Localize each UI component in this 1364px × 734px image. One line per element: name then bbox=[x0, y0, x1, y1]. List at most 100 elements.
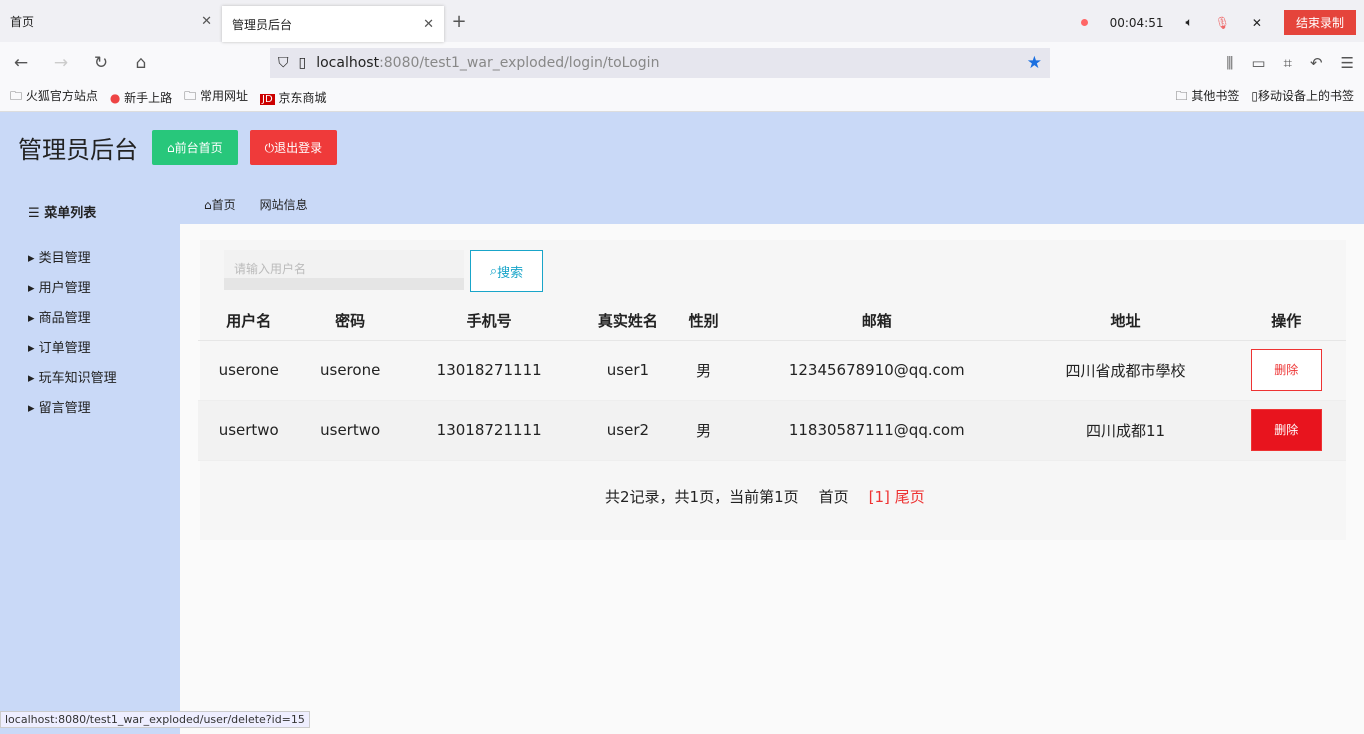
bookmark-label: 新手上路 bbox=[124, 91, 173, 105]
table-cell: 四川成都11 bbox=[1024, 400, 1227, 461]
search-button[interactable]: ⌕ 搜索 bbox=[470, 250, 543, 292]
close-icon[interactable]: ✕ bbox=[201, 14, 212, 29]
breadcrumb-home[interactable]: ⌂首页 bbox=[204, 196, 236, 213]
table-cell: 男 bbox=[678, 340, 729, 401]
sidebar-item-messages[interactable]: ▸ 留言管理 bbox=[0, 391, 180, 421]
bookmark-label: 常用网址 bbox=[200, 89, 249, 103]
menu-title: ☰ 菜单列表 bbox=[28, 206, 97, 221]
table-cell: 13018721111 bbox=[400, 400, 578, 461]
back-icon[interactable]: ← bbox=[10, 53, 32, 73]
recording-bar: 00:04:51 🔈︎ 🎙︎ ✕ 结束录制 bbox=[1080, 10, 1356, 35]
pager-last[interactable]: 尾页 bbox=[895, 488, 925, 506]
undo-icon[interactable]: ↶ bbox=[1310, 54, 1323, 72]
column-header: 邮箱 bbox=[728, 302, 1025, 341]
tab-label: 首页 bbox=[10, 14, 35, 29]
close-icon[interactable]: ✕ bbox=[423, 17, 434, 32]
table-cell: user1 bbox=[577, 340, 679, 401]
url-host: localhost bbox=[316, 55, 380, 71]
url-path: :8080/test1_war_exploded/login/toLogin bbox=[379, 55, 660, 71]
speaker-icon[interactable]: 🔈︎ bbox=[1185, 15, 1192, 30]
button-label: 前台首页 bbox=[174, 140, 223, 155]
tab-bar: 首页 ✕ 管理员后台 ✕ + 00:04:51 🔈︎ 🎙︎ ✕ 结束录制 bbox=[0, 0, 1364, 42]
front-home-button[interactable]: ⌂前台首页 bbox=[152, 129, 238, 165]
sidebar-item-knowledge[interactable]: ▸ 玩车知识管理 bbox=[0, 361, 180, 391]
delete-button[interactable]: 删除 bbox=[1250, 409, 1322, 451]
table-cell: 四川省成都市學校 bbox=[1024, 340, 1227, 401]
menu-title-text: 菜单列表 bbox=[44, 206, 97, 221]
logout-button[interactable]: ⏻退出登录 bbox=[249, 129, 338, 165]
breadcrumb: ⌂首页 网站信息 bbox=[204, 196, 308, 213]
bookmark-label: 京东商城 bbox=[278, 91, 327, 105]
status-url: localhost:8080/test1_war_exploded/user/d… bbox=[0, 711, 310, 728]
bookmark-item[interactable]: ▯移动设备上的书签 bbox=[1251, 87, 1354, 108]
page-title: 管理员后台 bbox=[18, 135, 138, 164]
table-row: usertwo usertwo 13018721111 user2 男 118305871… bbox=[198, 400, 1346, 461]
column-header: 真实姓名 bbox=[577, 302, 679, 341]
end-recording-button[interactable]: 结束录制 bbox=[1283, 10, 1356, 35]
item-label: 类目管理 bbox=[38, 251, 91, 266]
button-label: 搜索 bbox=[497, 265, 524, 281]
nav-bar: ← → ↻ ⌂ ⛉ ▯ localhost:8080/test1_war_expl… bbox=[0, 42, 1364, 84]
sidebar-item-orders[interactable]: ▸ 订单管理 bbox=[0, 331, 180, 361]
bookmark-item[interactable]: 🗀 其他书签 bbox=[1176, 87, 1240, 108]
bookmark-item[interactable]: JD 京东商城 bbox=[260, 89, 327, 106]
table-cell: usertwo bbox=[299, 400, 401, 461]
forward-icon[interactable]: → bbox=[50, 53, 72, 73]
mic-muted-icon[interactable]: 🎙︎ bbox=[1215, 16, 1230, 30]
crop-icon[interactable]: ⌗ bbox=[1284, 54, 1292, 72]
menu-icon[interactable]: ☰ bbox=[1341, 54, 1354, 72]
table-cell: 11830587111@qq.com bbox=[728, 400, 1025, 461]
column-header: 地址 bbox=[1024, 302, 1227, 341]
home-icon[interactable]: ⌂ bbox=[130, 53, 152, 73]
pager-first[interactable]: 首页 bbox=[819, 486, 849, 507]
pager-current[interactable]: [1] bbox=[869, 488, 890, 506]
delete-button[interactable]: 删除 bbox=[1250, 349, 1322, 391]
breadcrumb-site[interactable]: 网站信息 bbox=[260, 196, 308, 213]
button-label: 退出登录 bbox=[274, 140, 323, 155]
sidebar-item-users[interactable]: ▸ 用户管理 bbox=[0, 271, 180, 301]
sidebar-item-category[interactable]: ▸ 类目管理 bbox=[0, 241, 180, 271]
bookmark-item[interactable]: ● 新手上路 bbox=[110, 89, 172, 106]
reload-icon[interactable]: ↻ bbox=[90, 53, 112, 73]
column-header: 手机号 bbox=[400, 302, 578, 341]
pager-info: 共2记录，共1页，当前第1页 bbox=[605, 488, 799, 506]
item-label: 用户管理 bbox=[38, 281, 91, 296]
user-table: 用户名 密码 手机号 真实姓名 性别 邮箱 地址 操作 userone userone 13018… bbox=[198, 302, 1346, 461]
sidebar-item-products[interactable]: ▸ 商品管理 bbox=[0, 301, 180, 331]
column-header: 操作 bbox=[1226, 302, 1346, 341]
new-tab-button[interactable]: + bbox=[444, 11, 474, 32]
table-cell: userone bbox=[198, 340, 300, 401]
bookmark-item[interactable]: 🗀 火狐官方站点 bbox=[10, 87, 98, 108]
item-label: 玩车知识管理 bbox=[38, 371, 117, 386]
column-header: 密码 bbox=[299, 302, 401, 341]
bookmark-label: 火狐官方站点 bbox=[25, 89, 98, 103]
table-row: userone userone 13018271111 user1 男 123456789… bbox=[198, 340, 1346, 401]
table-cell: 删除 bbox=[1226, 400, 1346, 461]
item-label: 订单管理 bbox=[38, 341, 91, 356]
bookmark-label: 其他书签 bbox=[1191, 89, 1240, 103]
tab-label: 管理员后台 bbox=[232, 17, 293, 32]
close-icon[interactable]: ✕ bbox=[1252, 16, 1262, 30]
shield-icon: ⛉ bbox=[278, 55, 289, 71]
header: 管理员后台 ⌂前台首页 ⏻退出登录 bbox=[0, 112, 1364, 182]
bookmark-item[interactable]: 🗀 常用网址 bbox=[184, 87, 248, 108]
library-icon[interactable]: ⫼ bbox=[1226, 54, 1233, 72]
pagination: 共2记录，共1页，当前第1页 首页 [1] 尾页 bbox=[605, 486, 925, 507]
bookmarks-bar: 🗀 火狐官方站点 ● 新手上路 🗀 常用网址 JD 京东商城 🗀 其他书签 ▯移动… bbox=[0, 84, 1364, 112]
bookmark-label: 移动设备上的书签 bbox=[1257, 89, 1354, 103]
tab-admin[interactable]: 管理员后台 ✕ bbox=[222, 6, 444, 42]
tab-home[interactable]: 首页 ✕ bbox=[0, 4, 222, 38]
main-content bbox=[180, 224, 1364, 734]
table-cell: userone bbox=[299, 340, 401, 401]
column-header: 用户名 bbox=[198, 302, 300, 341]
sidebar-icon[interactable]: ▭ bbox=[1251, 54, 1265, 72]
table-cell: 删除 bbox=[1226, 340, 1346, 401]
table-cell: usertwo bbox=[198, 400, 300, 461]
search-input[interactable]: 请输入用户名 bbox=[224, 250, 464, 290]
item-label: 留言管理 bbox=[38, 401, 91, 416]
bookmark-star-icon[interactable]: ★ bbox=[1027, 53, 1042, 73]
search-icon: ⌕ bbox=[489, 263, 498, 279]
url-bar[interactable]: ⛉ ▯ localhost:8080/test1_war_exploded/log… bbox=[270, 48, 1050, 78]
crumb-label: 首页 bbox=[211, 198, 236, 212]
record-dot-icon bbox=[1080, 19, 1088, 26]
